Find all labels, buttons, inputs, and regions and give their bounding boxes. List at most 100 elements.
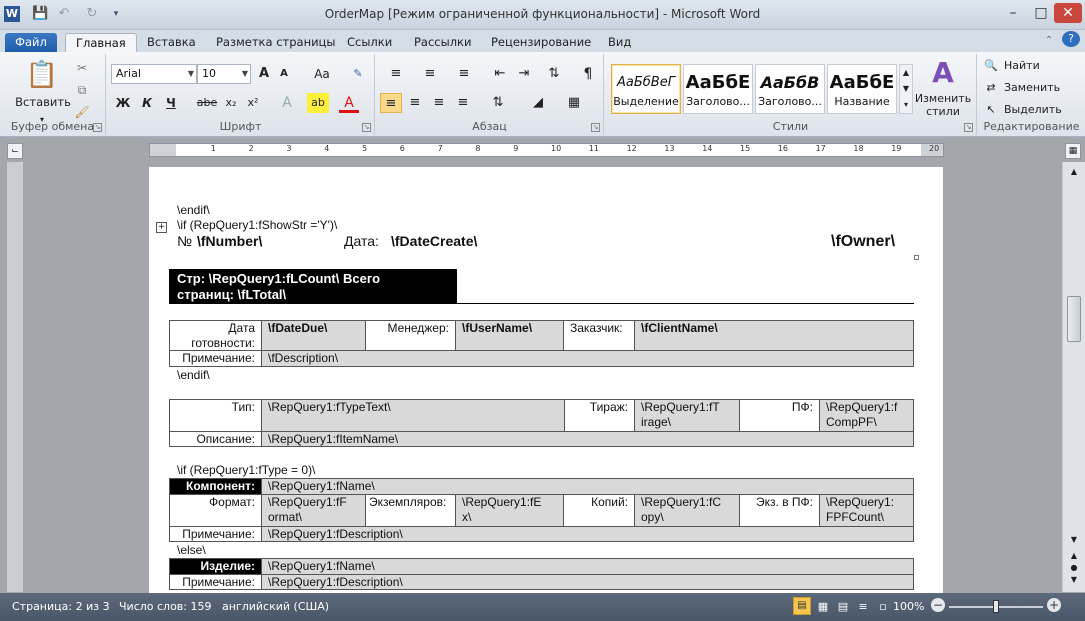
line-spacing-icon[interactable]: ⇅ (484, 93, 512, 113)
language[interactable]: английский (США) (222, 600, 329, 613)
format-painter-icon[interactable]: 🖌 (72, 102, 92, 122)
copy-icon[interactable]: ⧉ (72, 80, 92, 100)
style-emphasis[interactable]: АаБбВеГ Выделение (611, 64, 681, 114)
horizontal-ruler[interactable]: 1 2 3 4 5 6 7 8 9 10 11 12 13 14 15 16 17 18 19 20 (149, 143, 944, 157)
draft-icon[interactable]: ▫ (875, 600, 891, 613)
align-right-icon[interactable]: ≡ (428, 93, 450, 113)
close-icon[interactable]: ✕ (1054, 3, 1082, 23)
change-styles-button[interactable]: Изменить стили (911, 92, 975, 120)
style-heading1[interactable]: АаБбЕ Заголово... (683, 64, 753, 114)
zoom-slider-thumb[interactable] (993, 600, 999, 613)
resize-handle-icon[interactable] (914, 255, 919, 260)
style-heading2[interactable]: АаБбВ Заголово... (755, 64, 825, 114)
minimize-icon[interactable]: – (1000, 3, 1026, 23)
clipboard-launcher-icon[interactable]: ↘ (93, 123, 102, 132)
bullets-icon[interactable]: ≡ (382, 64, 410, 84)
page-count[interactable]: Страница: 2 из 3 (12, 600, 110, 613)
tab-file[interactable]: Файл (5, 33, 57, 52)
strikethrough-button[interactable]: abe (195, 93, 219, 113)
help-icon[interactable]: ? (1062, 31, 1080, 47)
word-count[interactable]: Число слов: 159 (119, 600, 212, 613)
vertical-scrollbar[interactable]: ▲ ▼ ▲ ● ▼ (1062, 162, 1085, 592)
tab-mailings[interactable]: Рассылки (404, 33, 481, 52)
replace-icon[interactable]: ⇄ (984, 78, 998, 98)
paste-button[interactable]: Вставить (10, 92, 76, 112)
table-move-handle-icon[interactable]: + (156, 222, 167, 233)
view-ruler-icon[interactable]: ▦ (1065, 143, 1081, 159)
shading-icon[interactable]: ◢ (524, 93, 552, 113)
zoom-in-icon[interactable]: + (1047, 598, 1061, 612)
clipboard-group: 📋 Вставить ▾ ✂ ⧉ 🖌 Буфер обмена ↘ (0, 54, 106, 135)
justify-icon[interactable]: ≡ (452, 93, 474, 113)
underline-button[interactable]: Ч (161, 93, 181, 113)
replace-button[interactable]: Заменить (1004, 78, 1060, 98)
minimize-ribbon-icon[interactable]: ⌃ (1040, 31, 1058, 51)
if-type-line: \if (RepQuery1:fType = 0)\ (177, 463, 316, 477)
tab-page-layout[interactable]: Разметка страницы (206, 33, 345, 52)
select-button[interactable]: Выделить (1004, 100, 1062, 120)
prev-page-icon[interactable]: ▲ (1066, 550, 1082, 562)
maximize-icon[interactable]: □ (1028, 3, 1054, 23)
browse-object-icon[interactable]: ● (1066, 562, 1082, 574)
web-layout-icon[interactable]: ▤ (835, 600, 851, 613)
change-styles-icon[interactable]: A (923, 58, 963, 88)
zoom-out-icon[interactable]: − (931, 598, 945, 612)
ruler-number: 7 (437, 144, 443, 153)
font-color-button[interactable]: A (339, 93, 359, 113)
tab-view[interactable]: Вид (598, 33, 641, 52)
find-button[interactable]: Найти (1004, 56, 1040, 76)
change-case-button[interactable]: Aa (307, 64, 337, 84)
find-icon[interactable]: 🔍 (984, 56, 998, 76)
font-size-combo[interactable]: 10 ▼ (197, 64, 251, 84)
subscript-button[interactable]: x₂ (221, 93, 241, 113)
owner-field: \fOwner\ (831, 233, 896, 250)
paste-icon[interactable]: 📋 (22, 58, 62, 92)
tab-selector-icon[interactable]: ⌙ (7, 143, 23, 159)
decrease-indent-icon[interactable]: ⇤ (490, 64, 510, 84)
font-name-combo[interactable]: Arial ▼ (111, 64, 197, 84)
borders-icon[interactable]: ▦ (560, 93, 588, 113)
align-left-icon[interactable]: ≡ (380, 93, 402, 113)
tab-review[interactable]: Рецензирование (481, 33, 601, 52)
scroll-up-icon[interactable]: ▲ (1066, 164, 1082, 180)
tab-home[interactable]: Главная (65, 33, 137, 52)
styles-launcher-icon[interactable]: ↘ (964, 123, 973, 132)
grow-font-button[interactable]: A (255, 64, 273, 84)
vertical-ruler[interactable] (7, 162, 23, 592)
tab-insert[interactable]: Вставка (137, 33, 206, 52)
copies-label: Экземпляров: (365, 494, 456, 527)
shrink-font-button[interactable]: A (275, 64, 293, 84)
ruler-number: 18 (853, 144, 864, 153)
style-title[interactable]: АаБбЕ Название (827, 64, 897, 114)
print-layout-icon[interactable]: ▤ (793, 597, 811, 615)
font-launcher-icon[interactable]: ↘ (362, 123, 371, 132)
multilevel-list-icon[interactable]: ≡ (450, 64, 478, 84)
next-page-icon[interactable]: ▼ (1066, 574, 1082, 586)
ruler-number: 12 (626, 144, 637, 153)
align-center-icon[interactable]: ≡ (404, 93, 426, 113)
ruler-number: 5 (362, 144, 368, 153)
text-effects-icon[interactable]: A (277, 93, 297, 113)
numbering-icon[interactable]: ≡ (416, 64, 444, 84)
select-icon[interactable]: ↖ (984, 100, 998, 120)
style-name: Выделение (613, 95, 679, 108)
cut-icon[interactable]: ✂ (72, 58, 92, 78)
scroll-down-icon[interactable]: ▼ (1066, 532, 1082, 548)
zoom-level[interactable]: 100% (893, 600, 924, 613)
bold-button[interactable]: Ж (113, 93, 133, 113)
highlight-button[interactable]: ab (307, 93, 329, 113)
clear-formatting-icon[interactable]: ✎ (347, 64, 369, 84)
outline-icon[interactable]: ≡ (855, 600, 871, 613)
superscript-button[interactable]: x² (243, 93, 263, 113)
sort-icon[interactable]: ⇅ (544, 64, 564, 84)
tab-references[interactable]: Ссылки (337, 33, 402, 52)
increase-indent-icon[interactable]: ⇥ (514, 64, 534, 84)
show-formatting-button[interactable]: ¶ (578, 64, 598, 84)
italic-button[interactable]: К (137, 93, 157, 113)
reading-layout-icon[interactable]: ▦ (815, 600, 831, 613)
ribbon-tabs: Файл Главная Вставка Разметка страницы С… (0, 30, 1085, 52)
document-page[interactable]: \endif\ + \if (RepQuery1:fShowStr ='Y')\… (149, 167, 943, 597)
paragraph-launcher-icon[interactable]: ↘ (591, 123, 600, 132)
scroll-thumb[interactable] (1067, 296, 1081, 342)
pf-value-line2: CompPF\ (826, 415, 877, 429)
